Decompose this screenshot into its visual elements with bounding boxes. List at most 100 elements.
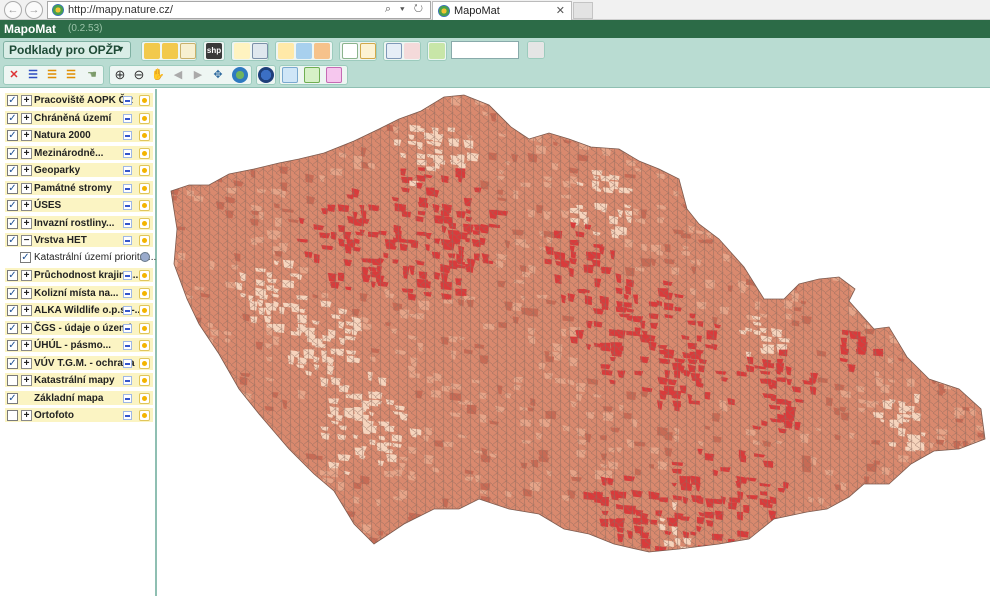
document-icon[interactable] [360, 43, 376, 59]
info-icon[interactable] [139, 147, 150, 159]
info-icon[interactable] [139, 200, 150, 211]
info-icon[interactable] [139, 375, 150, 386]
clear-selection-icon[interactable]: ✕ [6, 67, 22, 83]
previous-extent-icon[interactable]: ◀ [170, 67, 186, 83]
expand-toggle[interactable]: + [21, 200, 32, 211]
legend-icon[interactable] [123, 131, 132, 140]
legend-icon[interactable] [123, 113, 132, 123]
layer-row[interactable]: ✓ Základní mapa [5, 390, 153, 406]
search-input[interactable] [451, 41, 519, 59]
info-icon[interactable] [139, 270, 150, 281]
next-extent-icon[interactable]: ▶ [190, 67, 206, 83]
legend-icon[interactable] [123, 393, 132, 403]
layer-row[interactable]: ✓ + Geoparky [5, 163, 153, 178]
info-icon[interactable] [139, 165, 150, 176]
layer-row[interactable]: ✓ + Památné stromy [5, 180, 153, 196]
sublayer-row[interactable]: ✓ Katastrální území prioritní... [18, 251, 156, 265]
import-layer-icon[interactable] [162, 43, 178, 59]
zoom-in-icon[interactable]: ⊕ [112, 67, 128, 83]
layer-checkbox[interactable]: ✓ [7, 322, 18, 334]
layer-row[interactable]: ✓ + Chráněná území [5, 110, 153, 126]
info-icon[interactable] [139, 340, 150, 351]
info-icon[interactable] [139, 217, 150, 229]
legend-icon[interactable] [123, 323, 132, 333]
legend-icon[interactable] [123, 341, 132, 350]
choropleth-map[interactable] [159, 89, 990, 596]
legend-icon[interactable] [123, 183, 132, 193]
new-tab-button[interactable] [573, 2, 593, 19]
layer-row[interactable]: + Katastrální mapy [5, 373, 153, 388]
layer-row[interactable]: ✓ + VÚV T.G.M. - ochrana [5, 355, 153, 371]
document-add-icon[interactable] [342, 43, 358, 59]
legend-icon[interactable] [123, 236, 132, 245]
expand-toggle[interactable]: + [21, 357, 32, 369]
layer-list-icon[interactable] [180, 43, 196, 59]
expand-toggle[interactable]: + [21, 130, 32, 141]
expand-toggle[interactable]: + [21, 217, 32, 229]
info-icon[interactable] [139, 182, 150, 194]
search-refresh-icon[interactable]: ⌕ ▾ ↻ [385, 3, 426, 16]
layer-checkbox[interactable]: ✓ [7, 95, 18, 106]
expand-toggle[interactable]: + [21, 287, 32, 299]
full-extent-icon[interactable]: ✥ [210, 67, 226, 83]
legend-icon[interactable] [123, 306, 132, 315]
layer-row[interactable]: ✓ + ČGS - údaje o území [5, 320, 153, 336]
layer-checkbox[interactable]: ✓ [7, 165, 18, 176]
layer-checkbox[interactable]: ✓ [7, 147, 18, 159]
legend-icon[interactable] [123, 148, 132, 158]
layer-row[interactable]: + Ortofoto [5, 408, 153, 423]
layer-row[interactable]: ✓ − Vrstva HET [5, 233, 153, 248]
expand-toggle[interactable]: + [21, 147, 32, 159]
legend-icon[interactable] [123, 376, 132, 385]
info-icon[interactable] [139, 287, 150, 299]
legend-icon[interactable] [123, 166, 132, 175]
settings-icon[interactable] [140, 251, 150, 262]
layer-checkbox[interactable]: ✓ [7, 112, 18, 124]
layer-row[interactable]: ✓ + ÚHÚL - pásmo... [5, 338, 153, 353]
legend-icon[interactable] [123, 218, 132, 228]
query-icon[interactable] [404, 43, 420, 59]
print-button[interactable] [527, 41, 545, 59]
layer-checkbox[interactable]: ✓ [7, 357, 18, 369]
eraser-icon[interactable] [326, 67, 342, 83]
project-select[interactable]: Podklady pro OPŽP ▼ [3, 41, 131, 59]
layer-checkbox[interactable]: ✓ [7, 340, 18, 351]
info-icon[interactable] [139, 112, 150, 124]
info-icon[interactable] [139, 392, 150, 404]
info-icon[interactable] [139, 235, 150, 246]
expand-toggle[interactable]: + [21, 375, 32, 386]
legend-icon[interactable] [123, 288, 132, 298]
layer-row[interactable]: ✓ + Mezinárodně... [5, 145, 153, 161]
filter-icon[interactable]: ☰ [63, 67, 79, 83]
layer-row[interactable]: ✓ + Průchodnost krajiny... [5, 268, 153, 283]
expand-toggle[interactable]: + [21, 322, 32, 334]
info-icon[interactable] [139, 357, 150, 369]
layer-row[interactable]: ✓ + Kolizní místa na... [5, 285, 153, 301]
hand-select-icon[interactable]: ☚ [84, 67, 100, 83]
info-icon[interactable] [139, 130, 150, 141]
browser-tab[interactable]: MapoMat ✕ [432, 1, 572, 20]
info-icon[interactable] [139, 305, 150, 316]
expand-toggle[interactable]: + [21, 95, 32, 106]
legend-icon[interactable] [123, 201, 132, 210]
draw-line-icon[interactable] [278, 43, 294, 59]
draw-area-icon[interactable] [296, 43, 312, 59]
layer-checkbox[interactable]: ✓ [7, 305, 18, 316]
layer-checkbox[interactable]: ✓ [7, 200, 18, 211]
pencil-icon[interactable] [282, 67, 298, 83]
add-layer-icon[interactable] [144, 43, 160, 59]
layer-row[interactable]: ✓ + ALKA Wildlife o.p.s. -... [5, 303, 153, 318]
expand-toggle[interactable]: + [21, 112, 32, 124]
layer-row[interactable]: ✓ + ÚSES [5, 198, 153, 213]
expand-toggle[interactable]: + [21, 165, 32, 176]
expand-toggle[interactable]: + [21, 340, 32, 351]
expand-toggle[interactable]: + [21, 410, 32, 421]
layer-row[interactable]: ✓ + Natura 2000 [5, 128, 153, 143]
layer-row[interactable]: ✓ + Pracoviště AOPK ČR [5, 93, 153, 108]
legend-icon[interactable] [123, 411, 132, 420]
pan-icon[interactable]: ✋ [150, 67, 166, 83]
layer-checkbox[interactable]: ✓ [7, 270, 18, 281]
tab-close-icon[interactable]: ✕ [556, 4, 565, 17]
sublayer-checkbox[interactable]: ✓ [20, 251, 31, 263]
info-icon[interactable] [139, 322, 150, 334]
